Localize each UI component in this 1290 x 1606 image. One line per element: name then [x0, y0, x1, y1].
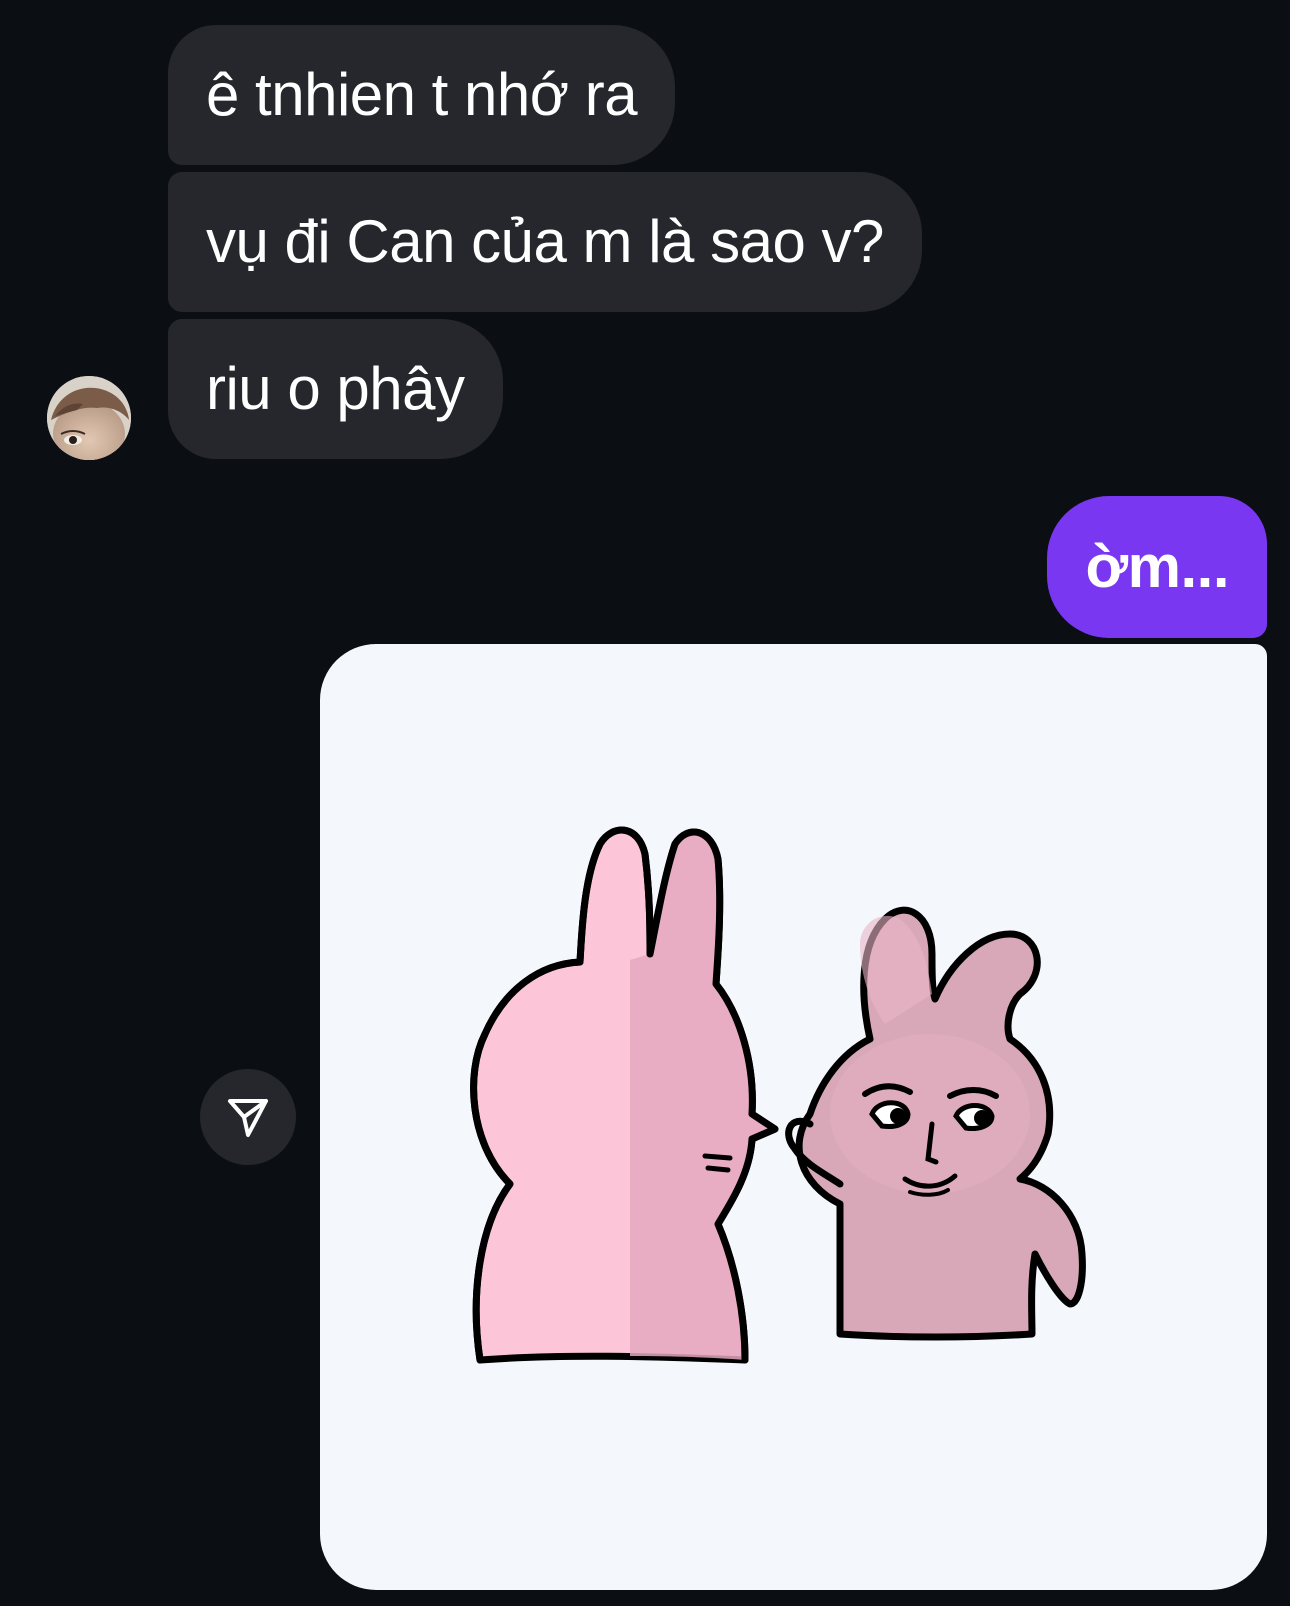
outgoing-message-bubble[interactable]: ờm...: [1047, 496, 1267, 638]
chat-thread: ê tnhien t nhớ ra vụ đi Can của m là sao…: [0, 0, 1290, 1606]
paper-plane-icon: [228, 1099, 268, 1137]
message-text: vụ đi Can của m là sao v?: [206, 208, 884, 275]
message-text: ê tnhien t nhớ ra: [206, 61, 638, 128]
incoming-message-bubble[interactable]: ê tnhien t nhớ ra: [168, 25, 676, 165]
pink-rabbits-sticker: [470, 826, 1086, 1364]
avatar-image: [47, 376, 131, 460]
right-rabbit: [785, 906, 1086, 1341]
share-button[interactable]: [200, 1069, 296, 1165]
message-text: ờm...: [1085, 533, 1229, 600]
incoming-message-bubble[interactable]: riu o phây: [168, 319, 503, 459]
incoming-message-bubble[interactable]: vụ đi Can của m là sao v?: [168, 172, 922, 312]
message-text: riu o phây: [206, 355, 465, 422]
sticker-message[interactable]: [320, 644, 1267, 1590]
left-rabbit: [470, 826, 779, 1364]
contact-avatar[interactable]: [47, 376, 131, 460]
